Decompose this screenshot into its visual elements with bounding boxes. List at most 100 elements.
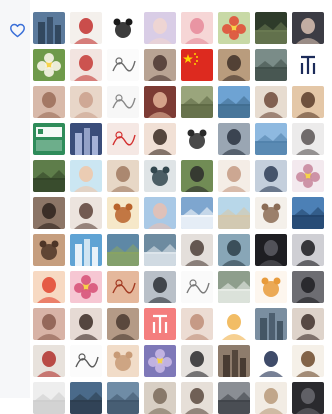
- avatar-thumbnail[interactable]: [144, 382, 176, 414]
- avatar-thumbnail[interactable]: [218, 308, 250, 340]
- avatar-thumbnail[interactable]: [181, 197, 213, 229]
- avatar-image: [144, 12, 176, 44]
- avatar-thumbnail[interactable]: [144, 160, 176, 192]
- avatar-thumbnail[interactable]: [70, 86, 102, 118]
- avatar-thumbnail[interactable]: [33, 49, 65, 81]
- avatar-thumbnail[interactable]: [144, 12, 176, 44]
- avatar-image: [181, 197, 213, 229]
- avatar-thumbnail[interactable]: [70, 49, 102, 81]
- avatar-thumbnail[interactable]: [70, 160, 102, 192]
- avatar-thumbnail[interactable]: [33, 234, 65, 266]
- avatar-thumbnail[interactable]: [70, 271, 102, 303]
- avatar-image: [107, 271, 139, 303]
- avatar-thumbnail[interactable]: [255, 345, 287, 377]
- avatar-thumbnail[interactable]: [292, 49, 324, 81]
- avatar-thumbnail[interactable]: [181, 271, 213, 303]
- avatar-thumbnail[interactable]: [218, 345, 250, 377]
- avatar-thumbnail[interactable]: [255, 160, 287, 192]
- heart-outline-icon[interactable]: [9, 22, 26, 39]
- avatar-thumbnail[interactable]: [181, 160, 213, 192]
- avatar-thumbnail[interactable]: [107, 197, 139, 229]
- avatar-thumbnail[interactable]: [107, 123, 139, 155]
- avatar-thumbnail[interactable]: [107, 86, 139, 118]
- avatar-thumbnail[interactable]: [70, 123, 102, 155]
- avatar-thumbnail[interactable]: [218, 86, 250, 118]
- avatar-thumbnail[interactable]: [107, 382, 139, 414]
- avatar-thumbnail[interactable]: [144, 234, 176, 266]
- avatar-thumbnail[interactable]: [181, 12, 213, 44]
- avatar-thumbnail[interactable]: [181, 123, 213, 155]
- avatar-thumbnail[interactable]: [107, 271, 139, 303]
- avatar-thumbnail[interactable]: [33, 123, 65, 155]
- avatar-thumbnail[interactable]: [292, 123, 324, 155]
- avatar-image: [255, 234, 287, 266]
- avatar-thumbnail[interactable]: [144, 345, 176, 377]
- avatar-thumbnail[interactable]: [181, 345, 213, 377]
- avatar-thumbnail[interactable]: [144, 123, 176, 155]
- avatar-thumbnail[interactable]: [255, 12, 287, 44]
- avatar-image: [70, 123, 102, 155]
- avatar-thumbnail[interactable]: [70, 382, 102, 414]
- avatar-thumbnail[interactable]: [218, 271, 250, 303]
- avatar-thumbnail[interactable]: [218, 382, 250, 414]
- avatar-thumbnail[interactable]: [292, 160, 324, 192]
- avatar-thumbnail[interactable]: [181, 49, 213, 81]
- avatar-thumbnail[interactable]: [33, 160, 65, 192]
- avatar-thumbnail[interactable]: [255, 123, 287, 155]
- avatar-image: [70, 382, 102, 414]
- avatar-thumbnail[interactable]: [70, 308, 102, 340]
- avatar-image: [218, 345, 250, 377]
- avatar-thumbnail[interactable]: [181, 234, 213, 266]
- avatar-thumbnail[interactable]: [107, 345, 139, 377]
- avatar-thumbnail[interactable]: [255, 49, 287, 81]
- avatar-thumbnail[interactable]: [292, 271, 324, 303]
- avatar-thumbnail[interactable]: [292, 197, 324, 229]
- avatar-thumbnail[interactable]: [292, 12, 324, 44]
- avatar-thumbnail[interactable]: [107, 308, 139, 340]
- avatar-thumbnail[interactable]: [255, 197, 287, 229]
- avatar-thumbnail[interactable]: [255, 382, 287, 414]
- avatar-thumbnail[interactable]: [107, 160, 139, 192]
- avatar-image: [181, 382, 213, 414]
- avatar-thumbnail[interactable]: [70, 12, 102, 44]
- avatar-thumbnail[interactable]: [144, 308, 176, 340]
- avatar-image: [144, 160, 176, 192]
- avatar-thumbnail[interactable]: [218, 197, 250, 229]
- avatar-thumbnail[interactable]: [292, 234, 324, 266]
- avatar-thumbnail[interactable]: [144, 271, 176, 303]
- avatar-thumbnail[interactable]: [33, 308, 65, 340]
- avatar-thumbnail[interactable]: [218, 49, 250, 81]
- avatar-thumbnail[interactable]: [144, 197, 176, 229]
- avatar-thumbnail[interactable]: [107, 49, 139, 81]
- avatar-thumbnail[interactable]: [33, 271, 65, 303]
- avatar-thumbnail[interactable]: [255, 308, 287, 340]
- avatar-thumbnail[interactable]: [255, 234, 287, 266]
- avatar-thumbnail[interactable]: [33, 197, 65, 229]
- avatar-thumbnail[interactable]: [218, 123, 250, 155]
- avatar-image: [33, 197, 65, 229]
- avatar-thumbnail[interactable]: [107, 234, 139, 266]
- avatar-thumbnail[interactable]: [181, 382, 213, 414]
- avatar-thumbnail[interactable]: [33, 345, 65, 377]
- avatar-thumbnail[interactable]: [181, 308, 213, 340]
- avatar-thumbnail[interactable]: [292, 308, 324, 340]
- avatar-thumbnail[interactable]: [292, 86, 324, 118]
- avatar-thumbnail[interactable]: [33, 86, 65, 118]
- avatar-thumbnail[interactable]: [144, 86, 176, 118]
- avatar-thumbnail[interactable]: [144, 49, 176, 81]
- avatar-thumbnail[interactable]: [218, 160, 250, 192]
- avatar-thumbnail[interactable]: [218, 234, 250, 266]
- avatar-thumbnail[interactable]: [218, 12, 250, 44]
- avatar-thumbnail[interactable]: [292, 345, 324, 377]
- avatar-image: [255, 12, 287, 44]
- avatar-thumbnail[interactable]: [70, 345, 102, 377]
- avatar-thumbnail[interactable]: [292, 382, 324, 414]
- avatar-thumbnail[interactable]: [33, 12, 65, 44]
- avatar-thumbnail[interactable]: [255, 86, 287, 118]
- avatar-thumbnail[interactable]: [181, 86, 213, 118]
- avatar-thumbnail[interactable]: [70, 197, 102, 229]
- avatar-thumbnail[interactable]: [255, 271, 287, 303]
- avatar-thumbnail[interactable]: [33, 382, 65, 414]
- avatar-thumbnail[interactable]: [70, 234, 102, 266]
- avatar-thumbnail[interactable]: [107, 12, 139, 44]
